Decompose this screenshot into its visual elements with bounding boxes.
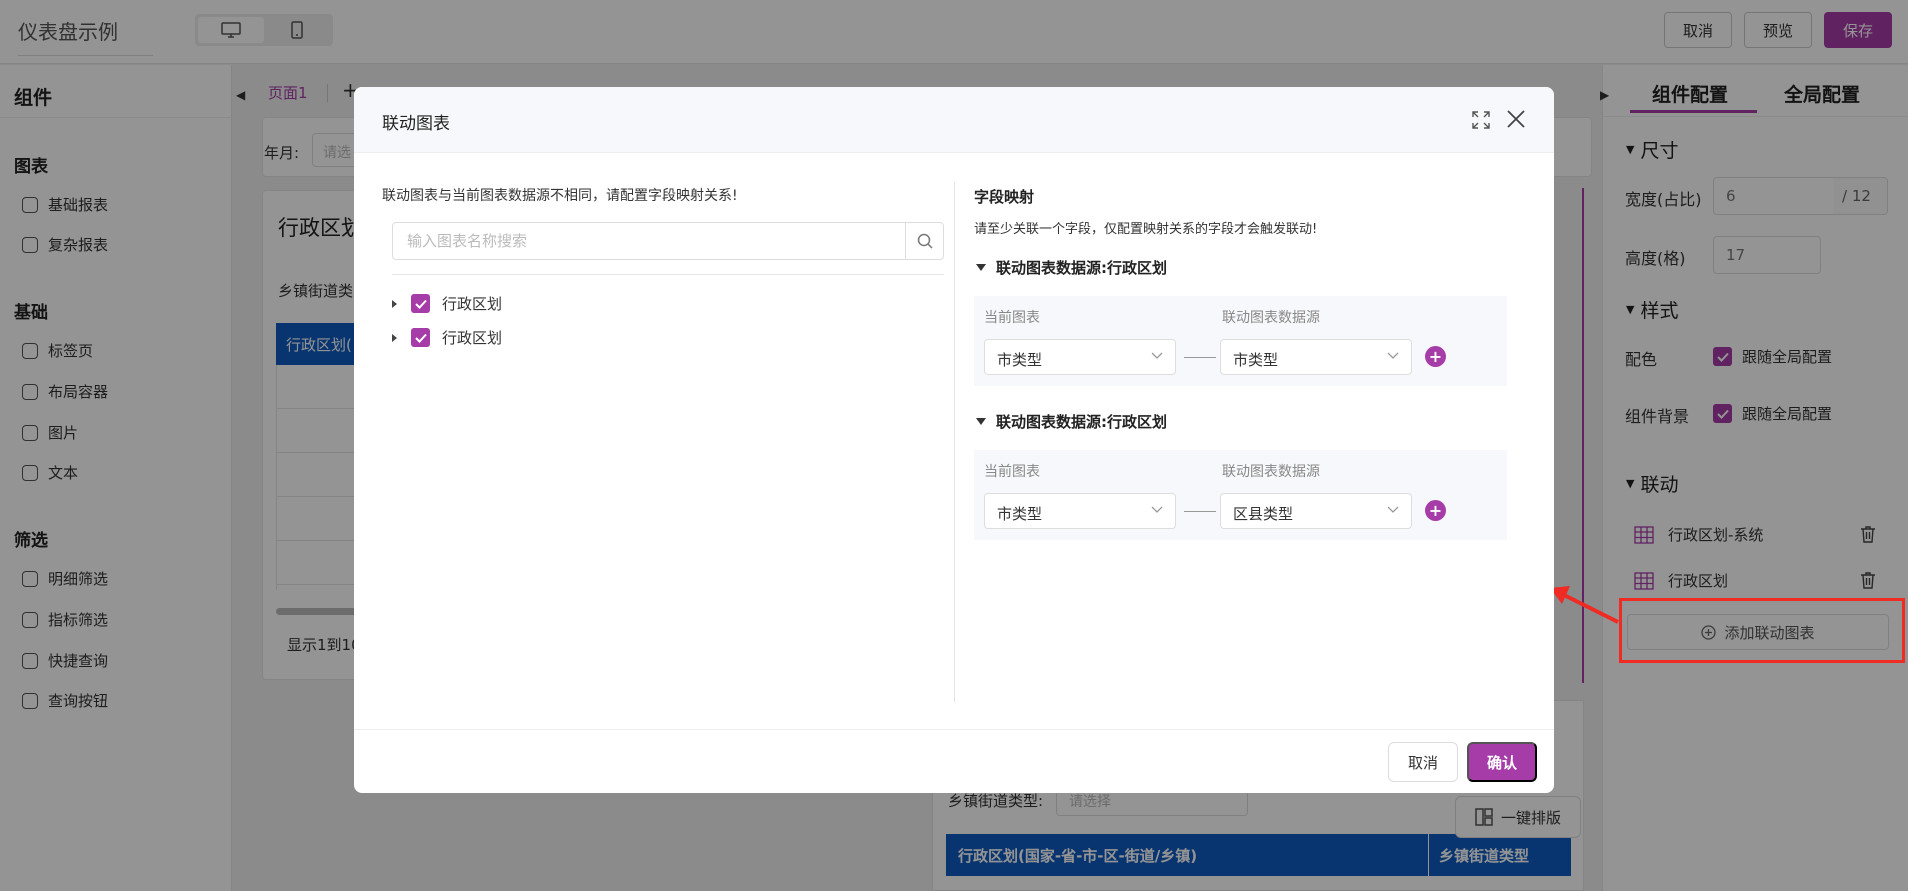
highlight-arrow-icon — [1550, 586, 1619, 624]
field-mapping-title: 字段映射 — [974, 188, 1035, 206]
search-button[interactable] — [905, 223, 943, 259]
modal-cancel-button[interactable]: 取消 — [1388, 742, 1458, 782]
field-mapping-desc: 请至少关联一个字段，仅配置映射关系的字段才会触发联动! — [974, 222, 1318, 237]
close-icon[interactable] — [1506, 109, 1526, 129]
tree-item[interactable]: 行政区划 — [392, 293, 502, 314]
modal-footer — [354, 729, 1554, 793]
linked-field-select[interactable]: 市类型 — [1220, 339, 1412, 375]
add-mapping-icon[interactable]: + — [1425, 346, 1446, 367]
expand-caret-icon[interactable] — [392, 333, 397, 342]
checkbox-checked-icon[interactable] — [411, 328, 430, 347]
linked-field-select[interactable]: 区县类型 — [1220, 493, 1412, 529]
checkbox-checked-icon[interactable] — [411, 294, 430, 313]
modal-title: 联动图表 — [382, 114, 450, 134]
modal-header: 联动图表 — [354, 87, 1554, 153]
caret-down-icon — [976, 264, 986, 271]
chevron-down-icon — [1387, 506, 1399, 513]
modal-confirm-button[interactable]: 确认 — [1467, 742, 1537, 782]
highlight-box — [1619, 598, 1905, 663]
current-field-select[interactable]: 市类型 — [984, 339, 1176, 375]
search-icon — [917, 233, 933, 249]
tree-item[interactable]: 行政区划 — [392, 327, 502, 348]
add-mapping-icon[interactable]: + — [1425, 500, 1446, 521]
datasource-1-title[interactable]: 联动图表数据源:行政区划 — [976, 257, 1167, 278]
chevron-down-icon — [1151, 506, 1163, 513]
current-chart-label: 当前图表 — [984, 464, 1040, 480]
chart-search — [392, 222, 944, 260]
chart-search-input[interactable] — [393, 223, 905, 259]
linked-source-label: 联动图表数据源 — [1222, 310, 1320, 326]
mapping-notice: 联动图表与当前图表数据源不相同，请配置字段映射关系! — [382, 188, 738, 204]
caret-down-icon — [976, 418, 986, 425]
link-chart-modal: 联动图表 联动图表与当前图表数据源不相同，请配置字段映射关系! 行政区划 行政区… — [354, 87, 1554, 793]
datasource-2-title[interactable]: 联动图表数据源:行政区划 — [976, 411, 1167, 432]
fullscreen-icon[interactable] — [1472, 111, 1490, 129]
current-field-select[interactable]: 市类型 — [984, 493, 1176, 529]
expand-caret-icon[interactable] — [392, 299, 397, 308]
current-chart-label: 当前图表 — [984, 310, 1040, 326]
linked-source-label: 联动图表数据源 — [1222, 464, 1320, 480]
chevron-down-icon — [1387, 352, 1399, 359]
chevron-down-icon — [1151, 352, 1163, 359]
